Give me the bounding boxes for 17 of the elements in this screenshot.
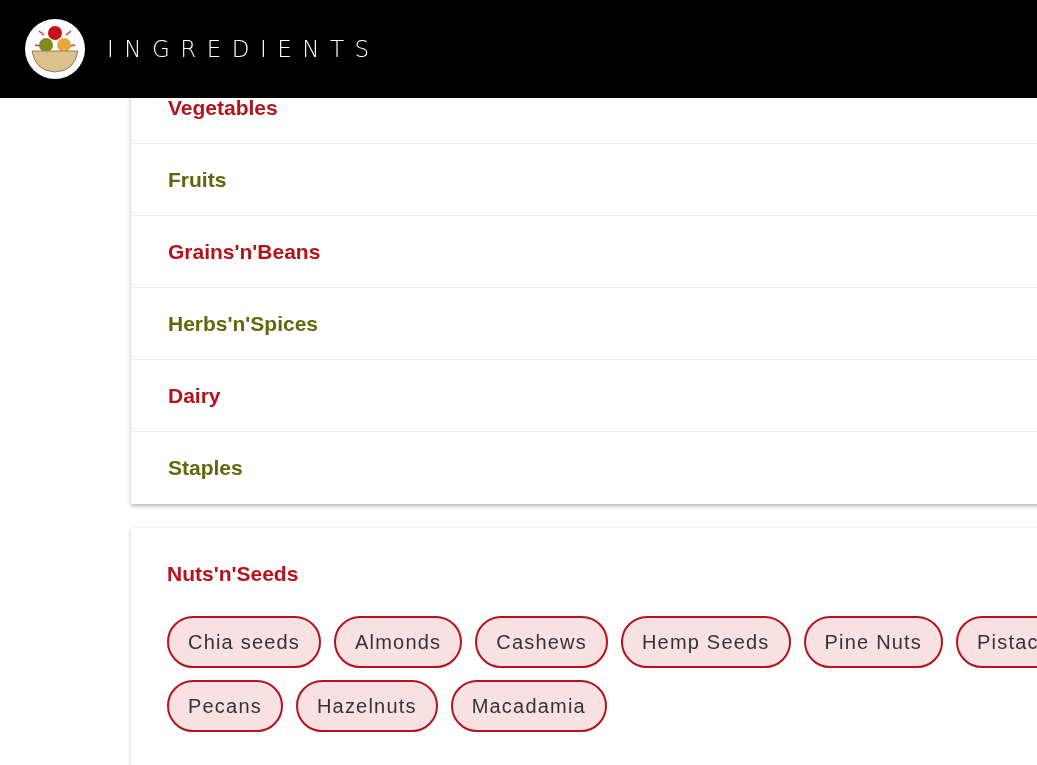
- category-item[interactable]: Dairy: [168, 383, 221, 408]
- ingredient-chip[interactable]: Hemp Seeds: [620, 616, 791, 668]
- app-title: INGREDIENTS: [107, 36, 380, 62]
- ingredient-chip[interactable]: Cashews: [475, 616, 608, 668]
- category-item[interactable]: Grains'n'Beans: [168, 239, 321, 264]
- category-item[interactable]: Staples: [168, 456, 243, 480]
- ingredient-chip[interactable]: Almonds: [334, 616, 463, 668]
- category-title[interactable]: Nuts'n'Seeds: [167, 562, 299, 586]
- category-item[interactable]: Fruits: [168, 167, 227, 192]
- category-item[interactable]: Herbs'n'Spices: [168, 311, 319, 336]
- ingredient-chip[interactable]: Chia seeds: [167, 616, 322, 668]
- ingredient-chip[interactable]: Pecans: [167, 680, 283, 732]
- ingredient-chip[interactable]: Pine Nuts: [803, 616, 944, 668]
- bowl-logo-icon: [25, 19, 85, 79]
- ingredient-chip[interactable]: Hazelnuts: [295, 680, 438, 732]
- ingredient-chip[interactable]: Macadamia: [450, 680, 607, 732]
- category-item[interactable]: Vegetables: [168, 95, 278, 120]
